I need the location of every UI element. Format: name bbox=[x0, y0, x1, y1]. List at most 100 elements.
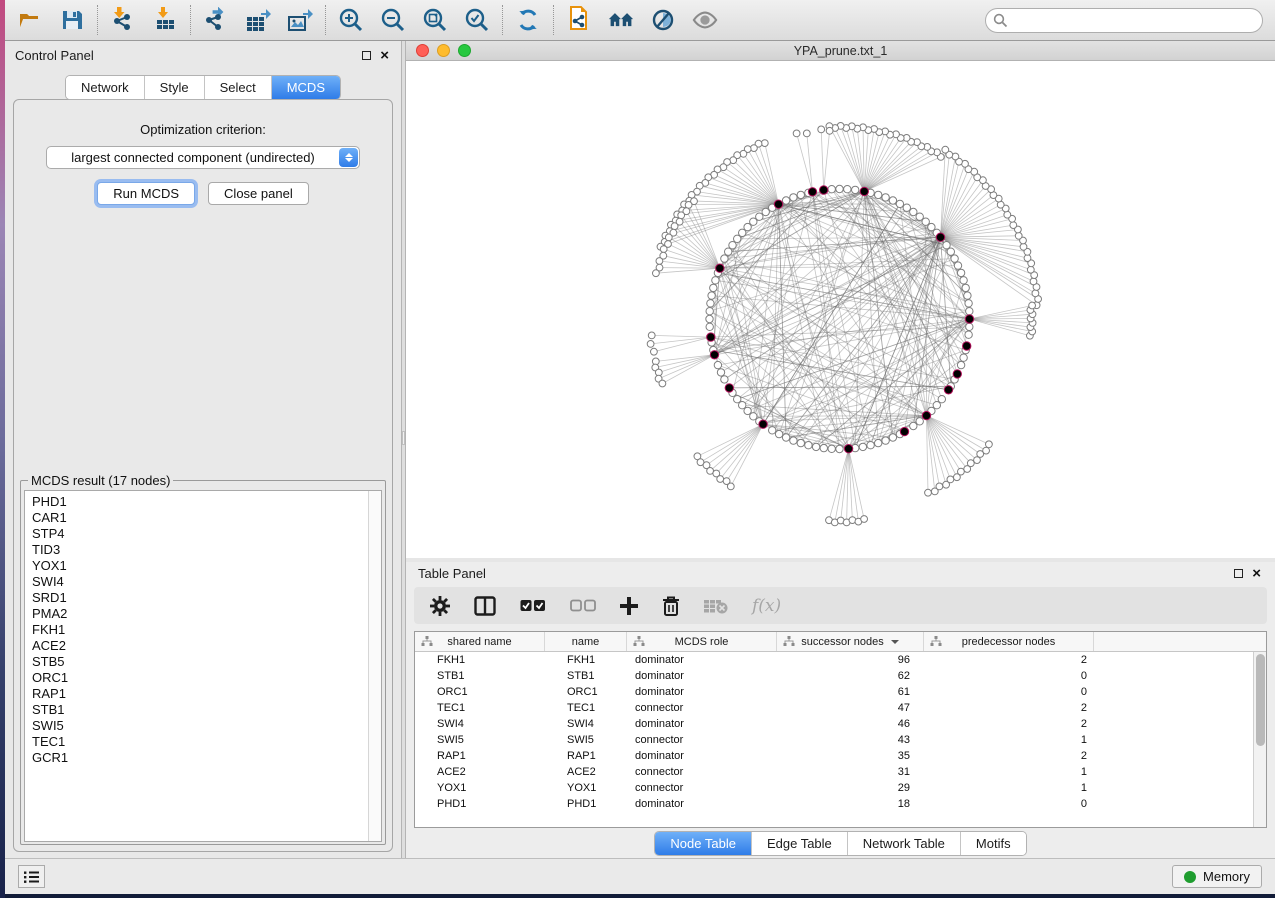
cell-predecessor_nodes: 1 bbox=[924, 734, 1094, 746]
add-column-icon[interactable] bbox=[620, 594, 638, 618]
close-table-panel-icon[interactable]: × bbox=[1252, 569, 1261, 579]
float-panel-icon[interactable] bbox=[362, 51, 371, 60]
mcds-result-item[interactable]: YOX1 bbox=[32, 558, 381, 574]
mcds-result-item[interactable]: SWI5 bbox=[32, 718, 381, 734]
table-row[interactable]: SWI5SWI5connector431 bbox=[415, 732, 1253, 748]
mcds-result-item[interactable]: TID3 bbox=[32, 542, 381, 558]
table-row[interactable]: ORC1ORC1dominator610 bbox=[415, 684, 1253, 700]
column-header-predecessor-nodes[interactable]: predecessor nodes bbox=[924, 632, 1094, 651]
first-neighbors-icon[interactable] bbox=[608, 7, 634, 33]
network-window-titlebar[interactable]: YPA_prune.txt_1 bbox=[406, 41, 1275, 61]
tab-node-table[interactable]: Node Table bbox=[655, 832, 751, 855]
column-header-shared-name[interactable]: shared name bbox=[415, 632, 545, 651]
table-scrollbar-thumb[interactable] bbox=[1256, 654, 1265, 746]
save-session-icon[interactable] bbox=[59, 7, 85, 33]
control-panel-tabs: NetworkStyleSelectMCDS bbox=[65, 75, 341, 100]
splitter-grip[interactable] bbox=[402, 431, 405, 445]
table-panel-title: Table Panel bbox=[418, 566, 486, 581]
mcds-result-item[interactable]: STB1 bbox=[32, 702, 381, 718]
table-panel: Table Panel × bbox=[406, 562, 1275, 858]
network-graph[interactable] bbox=[406, 61, 1275, 558]
zoom-fit-icon[interactable] bbox=[422, 7, 448, 33]
refresh-icon[interactable] bbox=[515, 7, 541, 33]
mcds-result-item[interactable]: TEC1 bbox=[32, 734, 381, 750]
tab-network[interactable]: Network bbox=[66, 76, 144, 99]
float-table-panel-icon[interactable] bbox=[1234, 569, 1243, 578]
tab-edge-table[interactable]: Edge Table bbox=[751, 832, 847, 855]
mcds-result-item[interactable]: SWI4 bbox=[32, 574, 381, 590]
delete-column-icon[interactable] bbox=[662, 594, 680, 618]
export-table-icon[interactable] bbox=[245, 7, 271, 33]
mcds-list-scrollbar[interactable] bbox=[368, 491, 381, 841]
column-header-successor-nodes[interactable]: successor nodes bbox=[777, 632, 924, 651]
mcds-result-item[interactable]: SRD1 bbox=[32, 590, 381, 606]
mcds-result-item[interactable]: ACE2 bbox=[32, 638, 381, 654]
sort-descending-icon bbox=[891, 640, 899, 644]
table-row[interactable]: STB1STB1dominator620 bbox=[415, 668, 1253, 684]
table-row[interactable]: RAP1RAP1dominator352 bbox=[415, 748, 1253, 764]
mcds-result-item[interactable]: ORC1 bbox=[32, 670, 381, 686]
cell-mcds_role: dominator bbox=[627, 750, 777, 762]
main-toolbar bbox=[5, 0, 1275, 41]
hide-selected-icon[interactable] bbox=[650, 7, 676, 33]
zoom-in-icon[interactable] bbox=[338, 7, 364, 33]
search-input[interactable] bbox=[985, 8, 1263, 33]
mcds-result-item[interactable]: PHD1 bbox=[32, 494, 381, 510]
cell-predecessor_nodes: 2 bbox=[924, 702, 1094, 714]
table-row[interactable]: PHD1PHD1dominator180 bbox=[415, 796, 1253, 812]
show-graphics-details-icon[interactable] bbox=[692, 7, 718, 33]
cell-name: SWI4 bbox=[545, 718, 627, 730]
table-row[interactable]: ACE2ACE2connector311 bbox=[415, 764, 1253, 780]
mcds-result-item[interactable]: PMA2 bbox=[32, 606, 381, 622]
criterion-select[interactable]: largest connected component (undirected) bbox=[46, 146, 360, 169]
zoom-selected-icon[interactable] bbox=[464, 7, 490, 33]
close-panel-button[interactable]: Close panel bbox=[208, 182, 309, 205]
mcds-result-item[interactable]: STP4 bbox=[32, 526, 381, 542]
mcds-result-item[interactable]: CAR1 bbox=[32, 510, 381, 526]
mcds-result-item[interactable]: GCR1 bbox=[32, 750, 381, 766]
column-header-MCDS-role[interactable]: MCDS role bbox=[627, 632, 777, 651]
control-panel: Control Panel × NetworkStyleSelectMCDS O… bbox=[5, 41, 401, 858]
memory-button[interactable]: Memory bbox=[1172, 865, 1262, 888]
network-canvas[interactable] bbox=[406, 61, 1275, 558]
export-image-icon[interactable] bbox=[287, 7, 313, 33]
mcds-result-list[interactable]: PHD1CAR1STP4TID3YOX1SWI4SRD1PMA2FKH1ACE2… bbox=[24, 490, 382, 842]
open-session-icon[interactable] bbox=[17, 7, 43, 33]
vertical-splitter[interactable] bbox=[401, 41, 406, 858]
show-panels-list-button[interactable] bbox=[18, 865, 45, 888]
tab-motifs[interactable]: Motifs bbox=[960, 832, 1026, 855]
export-network-icon[interactable] bbox=[203, 7, 229, 33]
cell-shared_name: FKH1 bbox=[415, 654, 545, 666]
new-network-from-selection-icon[interactable] bbox=[566, 7, 592, 33]
import-network-icon[interactable] bbox=[110, 7, 136, 33]
table-row[interactable]: SWI4SWI4dominator462 bbox=[415, 716, 1253, 732]
toolbar-separator bbox=[325, 5, 326, 35]
select-all-icon[interactable] bbox=[520, 594, 546, 618]
tab-style[interactable]: Style bbox=[144, 76, 204, 99]
zoom-out-icon[interactable] bbox=[380, 7, 406, 33]
run-mcds-button[interactable]: Run MCDS bbox=[97, 182, 195, 205]
import-table-icon[interactable] bbox=[152, 7, 178, 33]
table-options-gear-icon[interactable] bbox=[430, 594, 450, 618]
tab-mcds[interactable]: MCDS bbox=[271, 76, 340, 99]
table-scrollbar[interactable] bbox=[1253, 652, 1266, 827]
tab-select[interactable]: Select bbox=[204, 76, 271, 99]
tab-network-table[interactable]: Network Table bbox=[847, 832, 960, 855]
table-row[interactable]: TEC1TEC1connector472 bbox=[415, 700, 1253, 716]
close-panel-icon[interactable]: × bbox=[380, 51, 389, 61]
deselect-all-icon[interactable] bbox=[570, 594, 596, 618]
tree-hierarchy-icon bbox=[930, 636, 942, 650]
network-window-title: YPA_prune.txt_1 bbox=[406, 44, 1275, 58]
mcds-result-item[interactable]: STB5 bbox=[32, 654, 381, 670]
function-builder-icon: f(x) bbox=[752, 594, 781, 618]
column-header-name[interactable]: name bbox=[545, 632, 627, 651]
mcds-result-item[interactable]: FKH1 bbox=[32, 622, 381, 638]
memory-status-icon bbox=[1184, 871, 1196, 883]
cell-predecessor_nodes: 1 bbox=[924, 766, 1094, 778]
cell-mcds_role: connector bbox=[627, 766, 777, 778]
table-row[interactable]: FKH1FKH1dominator962 bbox=[415, 652, 1253, 668]
table-row[interactable]: YOX1YOX1connector291 bbox=[415, 780, 1253, 796]
cell-predecessor_nodes: 0 bbox=[924, 670, 1094, 682]
show-column-panel-icon[interactable] bbox=[474, 594, 496, 618]
mcds-result-item[interactable]: RAP1 bbox=[32, 686, 381, 702]
